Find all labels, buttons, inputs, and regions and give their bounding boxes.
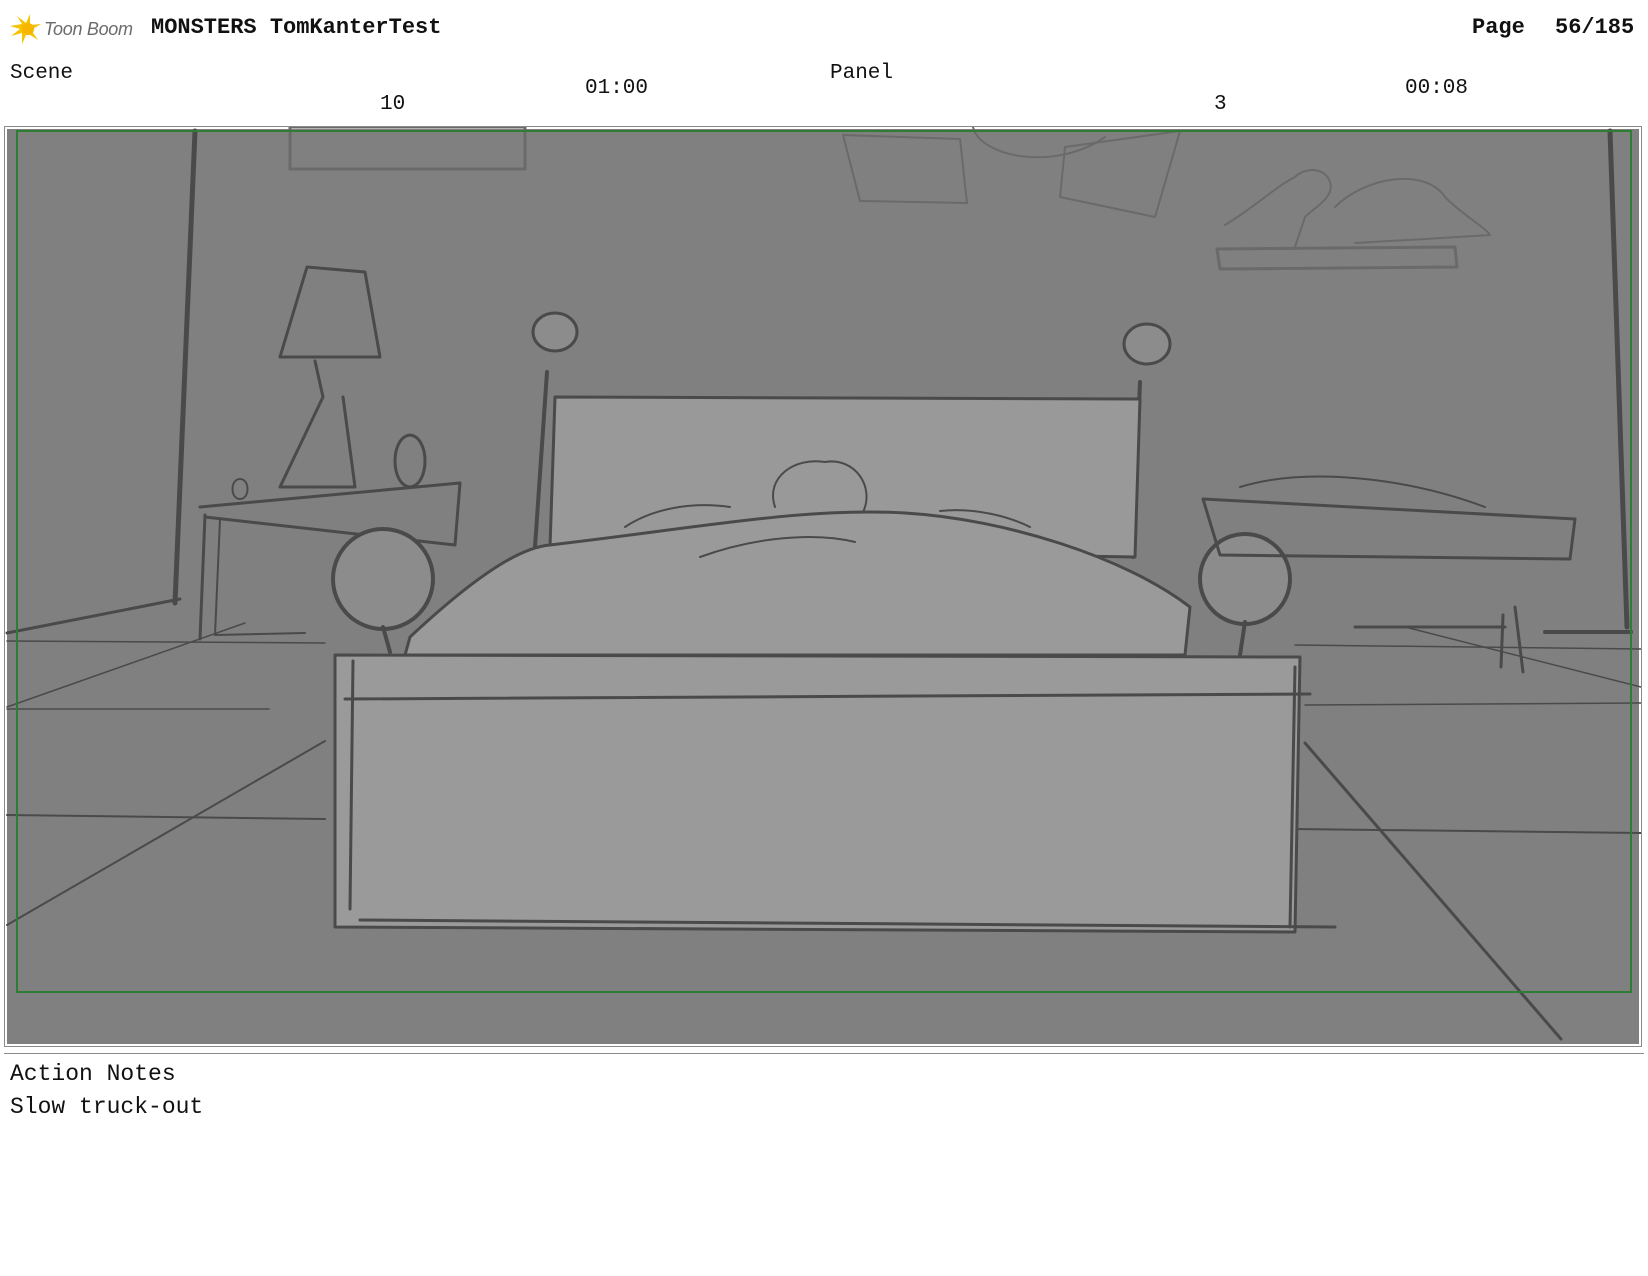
page-number: 56/185: [1555, 15, 1635, 40]
scene-duration: 01:00: [585, 77, 649, 100]
action-notes-label: Action Notes: [10, 1061, 176, 1087]
scene-number: 10: [380, 93, 406, 116]
panel-number: 3: [1214, 93, 1227, 116]
panel-frame: [4, 126, 1642, 1047]
panel-label: Panel: [830, 62, 894, 85]
action-notes-text: Slow truck-out: [10, 1094, 204, 1120]
project-title: MONSTERS TomKanterTest: [151, 15, 442, 40]
storyboard-sketch: [5, 127, 1641, 1044]
brand-name: Toon Boom: [44, 18, 133, 39]
panel-duration: 00:08: [1405, 77, 1469, 100]
toon-boom-burst-icon: [10, 14, 41, 44]
scene-label: Scene: [10, 62, 74, 85]
page-label: Page: [1472, 15, 1525, 40]
toon-boom-logo: Toon Boom: [8, 12, 133, 46]
section-divider: [4, 1053, 1644, 1054]
